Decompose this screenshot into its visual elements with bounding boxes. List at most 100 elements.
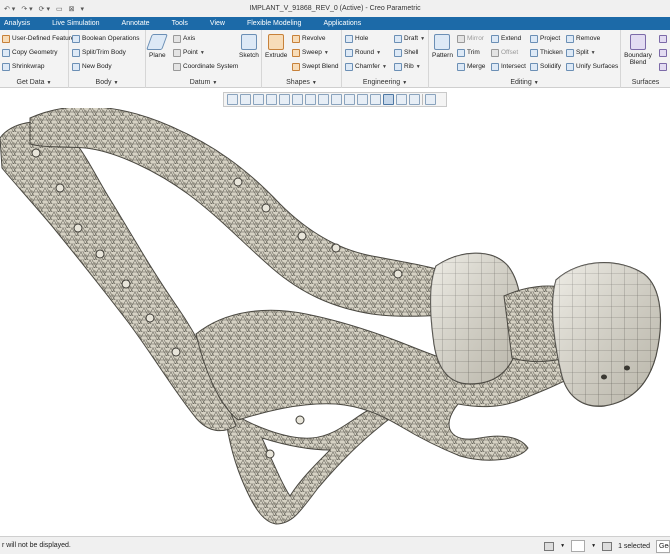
sketch-button[interactable]: Sketch bbox=[239, 34, 259, 59]
intersect-button[interactable]: Intersect bbox=[491, 61, 526, 72]
boundary-blend-button[interactable]: Boundary Blend bbox=[623, 34, 653, 66]
swept-blend-button[interactable]: Swept Blend bbox=[292, 61, 339, 72]
shell-button[interactable]: Shell bbox=[394, 47, 418, 58]
selected-count: 1 selected bbox=[618, 542, 650, 550]
graphics-viewport[interactable] bbox=[0, 108, 670, 536]
trim-button[interactable]: Trim bbox=[457, 47, 480, 58]
chamfer-icon bbox=[345, 62, 353, 71]
view-manager-icon[interactable] bbox=[305, 94, 316, 105]
customize-toolbar-icon[interactable]: ▾ bbox=[80, 5, 84, 13]
split-trim-body-button[interactable]: Split/Trim Body bbox=[72, 47, 126, 58]
thicken-icon bbox=[530, 48, 538, 57]
tab-flexible-modeling[interactable]: Flexible Modeling bbox=[236, 17, 312, 30]
quick-access-toolbar: ↶ ▾ ↷ ▾ ⟳ ▾ ▭ ⊠ ▾ bbox=[0, 5, 84, 13]
annotation-display-icon[interactable] bbox=[357, 94, 368, 105]
chamfer-button[interactable]: Chamfer ▼ bbox=[345, 61, 387, 72]
split-icon bbox=[566, 48, 574, 57]
remove-button[interactable]: Remove bbox=[566, 33, 600, 44]
trim-icon bbox=[457, 48, 465, 57]
boundary-blend-icon bbox=[630, 34, 646, 50]
unify-surfaces-button[interactable]: Unify Surfaces bbox=[566, 61, 618, 72]
group-label-get-data[interactable]: Get Data ▼ bbox=[0, 79, 68, 86]
zoom-in-icon[interactable] bbox=[240, 94, 251, 105]
surfaces-tool-3-icon[interactable] bbox=[659, 61, 667, 72]
pattern-button[interactable]: Pattern bbox=[432, 34, 453, 59]
graphics-toolbar bbox=[223, 92, 447, 107]
merge-button[interactable]: Merge bbox=[457, 61, 485, 72]
plane-icon bbox=[146, 34, 169, 50]
selection-filter[interactable]: Geometry bbox=[656, 539, 670, 553]
head-hole-1 bbox=[601, 374, 607, 380]
split-button[interactable]: Split ▼ bbox=[566, 47, 596, 58]
zoom-out-icon[interactable] bbox=[253, 94, 264, 105]
group-label-editing[interactable]: Editing ▼ bbox=[429, 79, 620, 86]
redo-icon[interactable]: ↷ ▾ bbox=[21, 5, 32, 13]
title-bar: ↶ ▾ ↷ ▾ ⟳ ▾ ▭ ⊠ ▾ IMPLANT_V_91868_REV_0 … bbox=[0, 0, 670, 17]
tab-live-simulation[interactable]: Live Simulation bbox=[41, 17, 110, 30]
tab-annotate[interactable]: Annotate bbox=[111, 17, 161, 30]
mesh-display-icon[interactable] bbox=[383, 94, 394, 105]
group-label-datum[interactable]: Datum ▼ bbox=[146, 79, 261, 86]
rib-button[interactable]: Rib ▼ bbox=[394, 61, 421, 72]
thicken-button[interactable]: Thicken bbox=[530, 47, 563, 58]
boolean-operations-button[interactable]: Boolean Operations bbox=[72, 33, 139, 44]
shell-icon bbox=[394, 48, 402, 57]
project-button[interactable]: Project bbox=[530, 33, 560, 44]
copy-geometry-icon bbox=[2, 48, 10, 57]
reorient-icon[interactable] bbox=[279, 94, 290, 105]
appearance-icon[interactable] bbox=[425, 94, 436, 105]
refit-icon[interactable] bbox=[227, 94, 238, 105]
copy-geometry-button[interactable]: Copy Geometry bbox=[2, 47, 58, 58]
repaint-icon[interactable] bbox=[266, 94, 277, 105]
offset-button[interactable]: Offset bbox=[491, 47, 518, 58]
point-button[interactable]: Point ▼ bbox=[173, 47, 205, 58]
extend-button[interactable]: Extend bbox=[491, 33, 521, 44]
solidify-button[interactable]: Solidify bbox=[530, 61, 561, 72]
shrinkwrap-button[interactable]: Shrinkwrap bbox=[2, 61, 45, 72]
group-label-engineering[interactable]: Engineering ▼ bbox=[342, 79, 428, 86]
axis-icon bbox=[173, 34, 181, 43]
mirror-icon bbox=[457, 34, 465, 43]
surfaces-tool-2-icon[interactable] bbox=[659, 47, 667, 58]
group-label-body[interactable]: Body ▼ bbox=[69, 79, 145, 86]
windows-icon[interactable]: ▭ bbox=[56, 5, 63, 13]
mirror-button[interactable]: Mirror bbox=[457, 33, 484, 44]
group-label-shapes[interactable]: Shapes ▼ bbox=[262, 79, 341, 86]
unify-surfaces-icon bbox=[566, 62, 574, 71]
group-label-surfaces[interactable]: Surfaces bbox=[621, 79, 670, 86]
section-view-icon[interactable] bbox=[396, 94, 407, 105]
draft-button[interactable]: Draft ▼ bbox=[394, 33, 425, 44]
extrude-button[interactable]: Extrude bbox=[265, 34, 287, 59]
selected-items-icon[interactable] bbox=[602, 541, 613, 551]
sweep-button[interactable]: Sweep ▼ bbox=[292, 47, 329, 58]
saved-orientations-icon[interactable] bbox=[292, 94, 303, 105]
find-dropdown-icon[interactable]: ▼ bbox=[560, 543, 565, 549]
axis-button[interactable]: Axis bbox=[173, 33, 195, 44]
datum-display-filters-icon[interactable] bbox=[344, 94, 355, 105]
selection-box-icon[interactable] bbox=[571, 540, 586, 552]
hole-button[interactable]: Hole bbox=[345, 33, 368, 44]
ribbon-tabs: Analysis Live Simulation Annotate Tools … bbox=[0, 17, 670, 30]
undo-icon[interactable]: ↶ ▾ bbox=[4, 5, 15, 13]
round-button[interactable]: Round ▼ bbox=[345, 47, 381, 58]
surfaces-tool-1-icon[interactable] bbox=[659, 33, 667, 44]
display-style-icon[interactable] bbox=[318, 94, 329, 105]
perspective-view-icon[interactable] bbox=[331, 94, 342, 105]
coordinate-system-button[interactable]: Coordinate System bbox=[173, 61, 238, 72]
tab-tools[interactable]: Tools bbox=[161, 17, 199, 30]
user-defined-feature-button[interactable]: User-Defined Feature bbox=[2, 33, 75, 44]
selection-dropdown-icon[interactable]: ▼ bbox=[591, 543, 596, 549]
tab-analysis[interactable]: Analysis bbox=[0, 17, 41, 30]
close-window-icon[interactable]: ⊠ bbox=[69, 5, 75, 13]
spin-center-icon[interactable] bbox=[370, 94, 381, 105]
regenerate-icon[interactable]: ⟳ ▾ bbox=[39, 5, 50, 13]
toolbar-separator bbox=[422, 94, 423, 105]
new-body-button[interactable]: New Body bbox=[72, 61, 112, 72]
rib-icon bbox=[394, 62, 402, 71]
tab-applications[interactable]: Applications bbox=[312, 17, 372, 30]
tab-view[interactable]: View bbox=[199, 17, 236, 30]
revolve-button[interactable]: Revolve bbox=[292, 33, 325, 44]
plane-button[interactable]: Plane bbox=[146, 34, 169, 59]
pause-icon[interactable] bbox=[409, 94, 420, 105]
find-icon[interactable] bbox=[544, 541, 555, 551]
